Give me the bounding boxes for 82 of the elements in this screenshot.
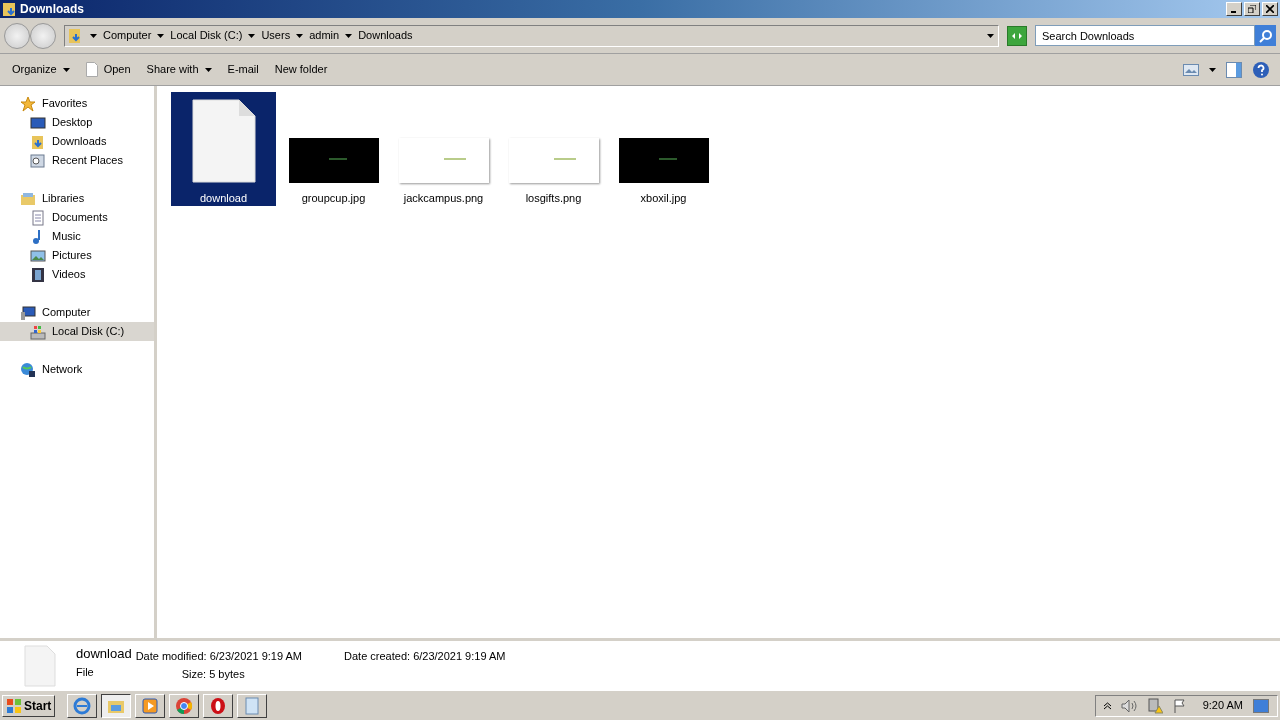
chevron-up-icon[interactable]: [1103, 701, 1111, 710]
refresh-button[interactable]: [1007, 25, 1027, 46]
breadcrumb-item[interactable]: Users: [261, 27, 291, 44]
caret-icon: [296, 33, 304, 38]
caret-icon: [157, 33, 165, 38]
address-bar[interactable]: Computer Local Disk (C:) Users admin Downloads: [64, 24, 999, 47]
nav-item[interactable]: Pictures: [0, 246, 154, 265]
nav-item[interactable]: Desktop: [0, 113, 154, 132]
computer-icon: [20, 304, 36, 321]
desktop-icon: [30, 114, 46, 131]
blank-file-icon: [24, 645, 56, 687]
nav-item[interactable]: Libraries: [0, 189, 154, 208]
show-desktop-icon[interactable]: [1253, 698, 1269, 713]
speaker-icon[interactable]: [1120, 698, 1137, 713]
film-icon: [30, 266, 46, 283]
taskbar-button[interactable]: [101, 693, 132, 718]
caret-icon: [90, 33, 97, 38]
file-icon: [85, 62, 98, 77]
refresh-arrows-icon: [1011, 30, 1023, 41]
window-title: Downloads: [20, 1, 84, 18]
nav-item[interactable]: Computer: [0, 303, 154, 322]
media-player-icon: [141, 696, 160, 715]
folder-download-icon: [30, 133, 46, 150]
toolbar-button[interactable]: New folder: [268, 57, 334, 82]
nav-item[interactable]: Favorites: [0, 94, 154, 113]
breadcrumb-item[interactable]: Computer: [103, 27, 152, 44]
search-icon: [1258, 28, 1273, 43]
file-item[interactable]: download: [171, 92, 276, 206]
nav-item[interactable]: Music: [0, 227, 154, 246]
document-icon: [30, 209, 46, 226]
file-item[interactable]: xboxil.jpg: [611, 92, 716, 206]
toolbar-button[interactable]: Organize: [6, 57, 76, 82]
nav-item[interactable]: Videos: [0, 265, 154, 284]
library-icon: [20, 190, 36, 207]
nav-item[interactable]: Downloads: [0, 132, 154, 151]
notepad-icon: [243, 696, 262, 715]
nav-item[interactable]: Documents: [0, 208, 154, 227]
toolbar-button[interactable]: E-mail: [221, 57, 265, 82]
view-icon[interactable]: [1183, 63, 1199, 76]
detail-field: Size: 5 bytes: [135, 667, 302, 681]
file-name: download: [76, 647, 132, 661]
dropdown-caret-icon: [987, 33, 994, 38]
restore-icon: [1248, 5, 1256, 13]
file-type: File: [76, 665, 95, 679]
breadcrumb-item[interactable]: admin: [309, 27, 340, 44]
nav-item[interactable]: Network: [0, 360, 154, 379]
folder-icon: [2, 1, 18, 17]
file-item[interactable]: jackcampus.png: [391, 92, 496, 206]
picture-icon: [30, 247, 46, 264]
preview-pane-icon[interactable]: [1226, 61, 1242, 78]
chrome-icon: [175, 696, 194, 715]
breadcrumb-item[interactable]: Local Disk (C:): [170, 27, 243, 44]
network-icon: [20, 361, 36, 378]
breadcrumb-item[interactable]: Downloads: [358, 27, 413, 44]
close-icon: [1266, 5, 1274, 13]
search-button[interactable]: [1255, 25, 1276, 46]
file-item[interactable]: losgifts.png: [501, 92, 606, 206]
caret-icon: [248, 33, 256, 38]
flag-icon[interactable]: [1172, 698, 1187, 713]
search-field[interactable]: Search Downloads: [1035, 25, 1255, 46]
close-button[interactable]: [1262, 2, 1278, 16]
recent-places-icon: [30, 152, 46, 169]
view-menu-caret-icon: [1209, 67, 1216, 72]
start-button[interactable]: Start: [2, 694, 56, 717]
file-item[interactable]: groupcup.jpg: [281, 92, 386, 206]
toolbar-button[interactable]: Open: [79, 57, 137, 82]
caret-icon: [345, 33, 353, 38]
opera-icon: [209, 696, 228, 715]
toolbar-button[interactable]: Share with: [140, 57, 218, 82]
nav-item[interactable]: Local Disk (C:): [0, 322, 154, 341]
star-icon: [20, 95, 36, 112]
windows-logo-icon: [6, 697, 22, 714]
clock[interactable]: 9:20 AM: [1202, 697, 1243, 714]
minimize-button[interactable]: [1226, 2, 1242, 16]
browser-e-icon: [73, 696, 92, 715]
restore-button[interactable]: [1244, 2, 1260, 16]
disk-drive-icon: [30, 323, 46, 340]
blank-file-icon: [191, 99, 256, 183]
nav-item[interactable]: Recent Places: [0, 151, 154, 170]
detail-field: Date modified: 6/23/2021 9:19 AM: [135, 649, 302, 663]
help-icon[interactable]: [1252, 60, 1270, 79]
detail-field: Date created: 6/23/2021 9:19 AM: [344, 649, 506, 663]
